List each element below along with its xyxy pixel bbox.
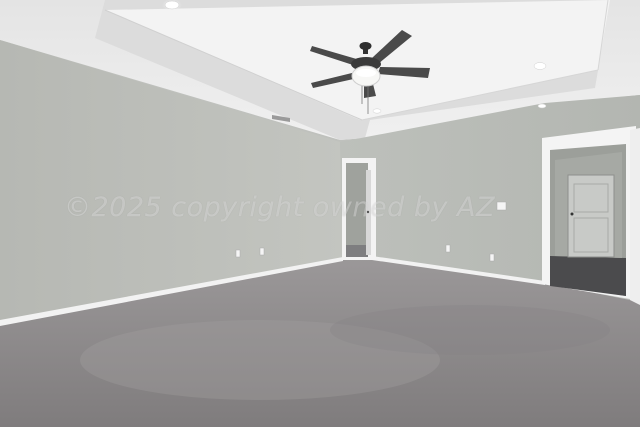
recessed-light-icon bbox=[537, 103, 547, 109]
outlet-icon bbox=[259, 247, 265, 256]
outlet-icon bbox=[235, 249, 241, 258]
recessed-light-icon bbox=[531, 61, 549, 71]
recessed-light-icon bbox=[371, 108, 383, 114]
outlet-icon bbox=[489, 253, 495, 262]
copyright-watermark: ©2025 copyright owned by AZ bbox=[64, 192, 496, 223]
front-door bbox=[567, 174, 615, 258]
outlet-icon bbox=[445, 244, 451, 253]
